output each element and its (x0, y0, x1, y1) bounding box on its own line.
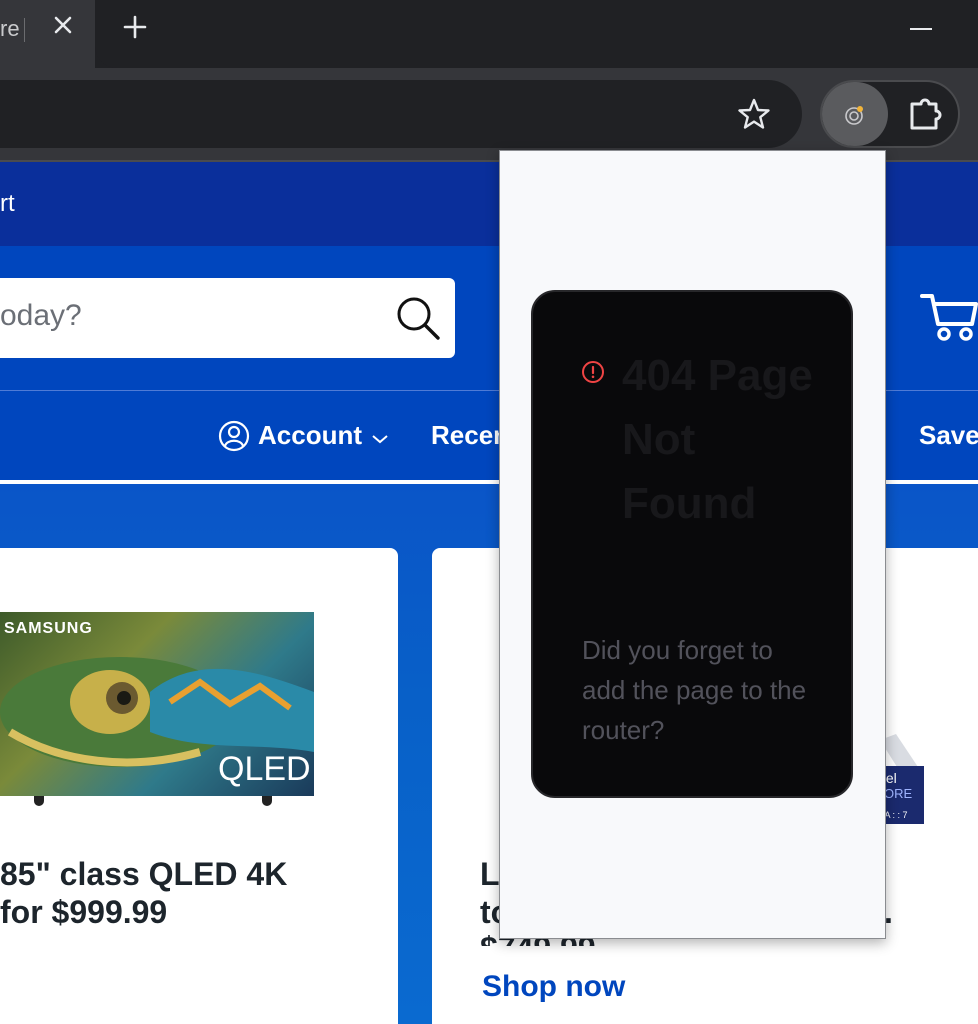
tv-brand-logo: SAMSUNG (4, 620, 93, 637)
top-bar-link[interactable]: rt (0, 190, 15, 218)
card-title-line2[interactable]: for $999.99 (0, 894, 167, 931)
alert-circle-icon (582, 361, 604, 383)
card-title-line1[interactable]: 85" class QLED 4K (0, 856, 287, 893)
nav-saved-items[interactable]: Save (919, 420, 978, 451)
star-icon[interactable] (736, 96, 772, 132)
tv-product-image[interactable]: SAMSUNG QLED (0, 612, 314, 796)
search-placeholder: oday? (0, 299, 82, 332)
tv-stand-right (262, 796, 272, 806)
nav-account[interactable]: Account (258, 420, 362, 451)
puzzle-icon[interactable] (906, 94, 948, 134)
qled-badge: QLED (218, 750, 311, 788)
address-bar[interactable] (0, 80, 802, 148)
card-title-line1[interactable]: L (480, 856, 500, 893)
minimize-icon[interactable] (910, 28, 932, 30)
close-icon[interactable] (52, 14, 74, 36)
chevron-down-icon[interactable] (370, 428, 390, 448)
error-description: Did you forget to add the page to the ro… (582, 635, 807, 745)
tv-stand-left (34, 796, 44, 806)
cart-icon[interactable] (920, 288, 978, 346)
intel-badge-line2: ORE (884, 786, 913, 801)
plus-icon[interactable] (122, 14, 148, 40)
tab-strip-background (95, 0, 978, 68)
error-title: 404 Page Not Found (622, 351, 813, 528)
shop-now-link[interactable]: Shop now (482, 970, 625, 1004)
tab-separator (24, 18, 25, 42)
nav-recently-viewed[interactable]: Recen (431, 420, 509, 451)
user-icon (218, 420, 250, 452)
tab-title[interactable]: re (0, 16, 20, 42)
search-icon[interactable] (394, 294, 442, 342)
extension-badge-icon[interactable] (844, 104, 866, 126)
